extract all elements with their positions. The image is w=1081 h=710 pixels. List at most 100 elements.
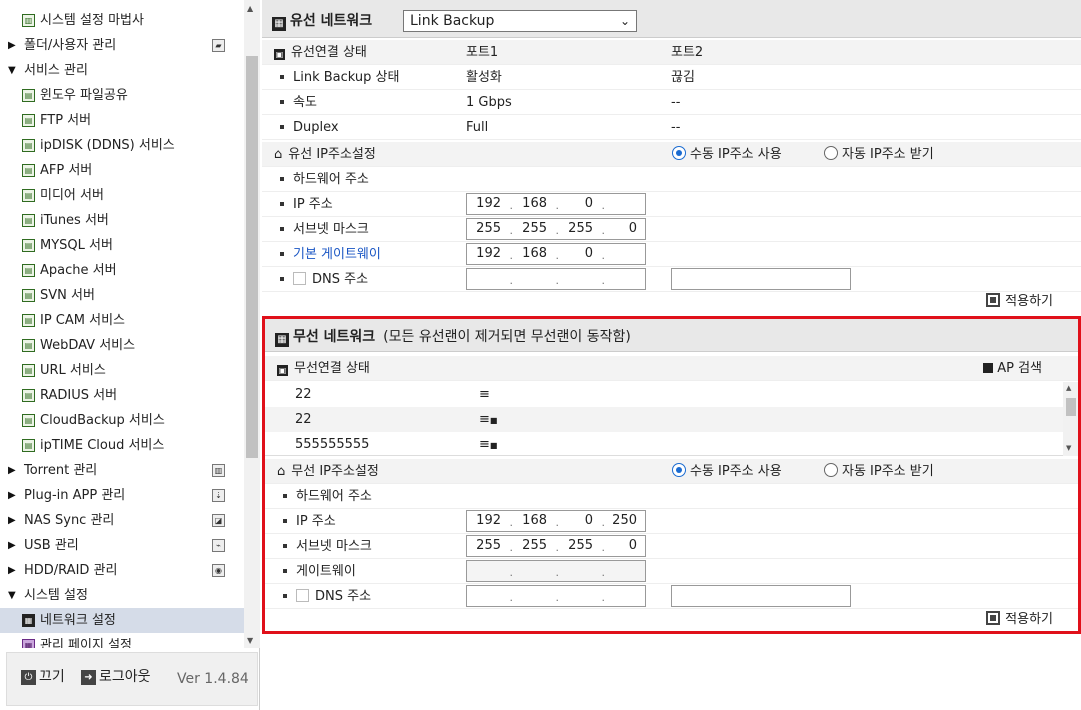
sidebar-item[interactable]: ▤ MYSQL 서버	[0, 233, 244, 258]
sidebar-item[interactable]: ▤ CloudBackup 서비스	[0, 408, 244, 433]
gateway-link[interactable]: 기본 게이트웨이	[293, 247, 381, 262]
wireless-gateway-row: 게이트웨이 ...	[265, 559, 1078, 584]
sidebar-item[interactable]: ▦ 관리 페이지 설정	[0, 633, 244, 648]
tree-top-partial: —	[0, 0, 244, 8]
scrollbar-thumb[interactable]	[246, 56, 258, 458]
ap-search-button[interactable]: AP 검색	[983, 356, 1042, 381]
wireless-subnet-input[interactable]: 255. 255. 255. 0	[466, 535, 646, 557]
sidebar-item-label: 폴더/사용자 관리	[24, 38, 117, 53]
sidebar-item[interactable]: ▤ AFP 서버	[0, 158, 244, 183]
sidebar-item[interactable]: ▶ 폴더/사용자 관리 ▰	[0, 33, 244, 58]
menu-scrollbar[interactable]: ▲ ▼	[244, 0, 260, 648]
sidebar-item-label: ipDISK (DDNS) 서비스	[40, 138, 175, 153]
logout-button[interactable]: ➜ 로그아웃	[81, 667, 151, 687]
wired-dns1-input[interactable]: ...	[466, 268, 646, 290]
scroll-down-icon[interactable]: ▼	[247, 636, 253, 645]
wireless-gateway-input[interactable]: ...	[466, 560, 646, 582]
wireless-manual-ip-radio[interactable]: 수동 IP주소 사용	[672, 459, 782, 484]
scroll-up-icon[interactable]: ▲	[247, 4, 253, 13]
logout-icon: ➜	[81, 669, 96, 685]
sidebar-item[interactable]: ▶ USB 관리 ⌁	[0, 533, 244, 558]
wireless-dns2-input[interactable]	[671, 585, 851, 607]
sidebar-item[interactable]: ▤ SVN 서버	[0, 283, 244, 308]
ip-octet: 0	[584, 513, 593, 528]
sidebar-item[interactable]: ▤ FTP 서버	[0, 108, 244, 133]
status-port2: --	[671, 120, 681, 135]
scroll-down-icon[interactable]: ▼	[1066, 444, 1071, 452]
sidebar-item[interactable]: ▤ iTunes 서버	[0, 208, 244, 233]
wired-apply-button[interactable]: 적용하기	[986, 291, 1053, 313]
ip-octet: 255	[568, 538, 593, 553]
expanded-arrow-icon[interactable]: ▼	[8, 583, 16, 608]
dns-checkbox[interactable]	[296, 589, 309, 602]
wired-gateway-input[interactable]: 192. 168. 0.	[466, 243, 646, 265]
sidebar-item[interactable]: ▤ IP CAM 서비스	[0, 308, 244, 333]
collapsed-arrow-icon[interactable]: ▶	[8, 33, 16, 58]
wireless-dns1-input[interactable]: ...	[466, 585, 646, 607]
wired-ip-input[interactable]: 192. 168. 0.	[466, 193, 646, 215]
wired-auto-ip-radio[interactable]: 자동 IP주소 받기	[824, 142, 934, 167]
monitor-icon: ▣	[277, 365, 288, 376]
hw-addr-label: 하드웨어 주소	[296, 489, 372, 504]
list-scrollbar[interactable]: ▲ ▼	[1063, 382, 1078, 456]
wireless-ip-input[interactable]: 192. 168. 0. 250	[466, 510, 646, 532]
sidebar-item[interactable]: ▤ ipTIME Cloud 서비스	[0, 433, 244, 458]
sidebar-item[interactable]: ▤ RADIUS 서버	[0, 383, 244, 408]
sidebar-item[interactable]: ▤ URL 서비스	[0, 358, 244, 383]
version-label: Ver 1.4.84	[177, 671, 249, 687]
ip-octet: 0	[628, 538, 637, 553]
service-icon: ▤	[22, 339, 35, 352]
ip-octet: 168	[522, 196, 547, 211]
sidebar-item-label: WebDAV 서비스	[40, 338, 136, 353]
sidebar-item[interactable]: ▶ HDD/RAID 관리 ◉	[0, 558, 244, 583]
sidebar-item[interactable]: ▥ 시스템 설정 마법사	[0, 8, 244, 33]
collapsed-arrow-icon[interactable]: ▶	[8, 508, 16, 533]
sidebar: —▥시스템 설정 마법사▶폴더/사용자 관리▰▼서비스 관리▤윈도우 파일공유▤…	[0, 0, 260, 710]
sidebar-item-label: MYSQL 서버	[40, 238, 113, 253]
wired-manual-ip-radio[interactable]: 수동 IP주소 사용	[672, 142, 782, 167]
sidebar-item[interactable]: ▼ 시스템 설정	[0, 583, 244, 608]
sidebar-item[interactable]: ▶ Torrent 관리 ▥	[0, 458, 244, 483]
collapsed-arrow-icon[interactable]: ▶	[8, 458, 16, 483]
scroll-up-icon[interactable]: ▲	[1066, 384, 1071, 392]
sidebar-item-label: HDD/RAID 관리	[24, 563, 118, 578]
sidebar-item[interactable]: ▤ Apache 서버	[0, 258, 244, 283]
sidebar-item[interactable]: ▦ 네트워크 설정	[0, 608, 244, 633]
collapsed-arrow-icon[interactable]: ▶	[8, 558, 16, 583]
sidebar-item[interactable]: ▤ 미디어 서버	[0, 183, 244, 208]
list-item[interactable]: 22 ≡	[265, 382, 1063, 407]
sidebar-item[interactable]: ▶ Plug-in APP 관리 ⇣	[0, 483, 244, 508]
status-row: 속도 1 Gbps --	[262, 90, 1081, 115]
wired-subnet-input[interactable]: 255. 255. 255. 0	[466, 218, 646, 240]
collapsed-arrow-icon[interactable]: ▶	[8, 483, 16, 508]
list-item[interactable]: 555555555 ≡■	[265, 432, 1063, 457]
sidebar-item[interactable]: ▶ NAS Sync 관리 ◪	[0, 508, 244, 533]
wizard-icon: ▥	[22, 14, 35, 27]
service-icon: ▤	[22, 164, 35, 177]
collapsed-arrow-icon[interactable]: ▶	[8, 533, 16, 558]
ip-octet: 192	[476, 246, 501, 261]
power-button[interactable]: ⏻ 끄기	[21, 667, 65, 687]
ssid: 22	[295, 412, 312, 427]
main-panel: ▦ 유선 네트워크 Link Backup ⌄ ▣ 유선연결 상태 포트1 포트2 L…	[262, 0, 1081, 710]
wireless-hw-row: 하드웨어 주소	[265, 484, 1078, 509]
sidebar-item[interactable]: ▤ ipDISK (DDNS) 서비스	[0, 133, 244, 158]
list-item[interactable]: 22 ≡■	[265, 407, 1063, 432]
sidebar-item[interactable]: ▼ 서비스 관리	[0, 58, 244, 83]
dns-checkbox[interactable]	[293, 272, 306, 285]
apply-label: 적용하기	[1005, 294, 1053, 309]
scrollbar-thumb[interactable]	[1066, 398, 1076, 416]
sidebar-item[interactable]: ▤ 윈도우 파일공유	[0, 83, 244, 108]
wired-mode-select[interactable]: Link Backup ⌄	[403, 10, 637, 32]
wired-status-label: 유선연결 상태	[291, 45, 367, 60]
wireless-auto-ip-radio[interactable]: 자동 IP주소 받기	[824, 459, 934, 484]
wireless-apply-button[interactable]: 적용하기	[986, 609, 1053, 631]
sidebar-item[interactable]: ▤ WebDAV 서비스	[0, 333, 244, 358]
wireless-network-list[interactable]: 22 ≡ 22 ≡■ 555555555 ≡■ ▲ ▼	[265, 382, 1078, 456]
wired-dns2-input[interactable]	[671, 268, 851, 290]
sidebar-item-label: 시스템 설정	[24, 588, 88, 603]
expanded-arrow-icon[interactable]: ▼	[8, 58, 16, 83]
wired-ip-header: ⌂ 유선 IP주소설정 수동 IP주소 사용 자동 IP주소 받기	[262, 142, 1081, 167]
status-row: Duplex Full --	[262, 115, 1081, 140]
sidebar-item-label: AFP 서버	[40, 163, 93, 178]
